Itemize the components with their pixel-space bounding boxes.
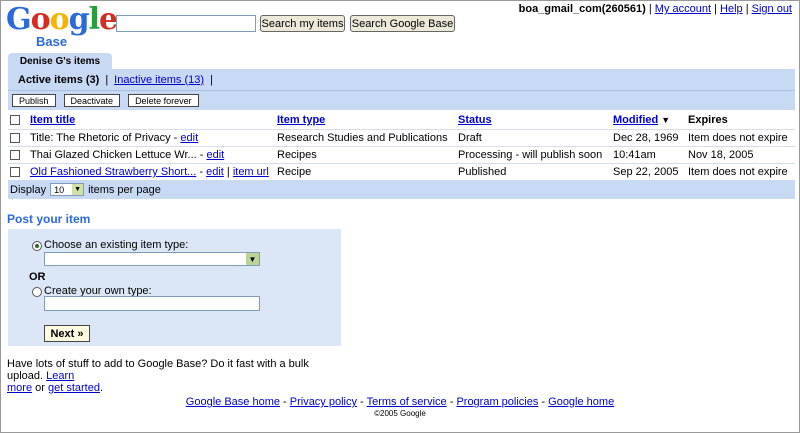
or-label: OR	[29, 271, 46, 283]
copyright: ©2005 Google	[374, 409, 426, 418]
separator: |	[105, 73, 109, 86]
bulk-upload-text: Have lots of stuff to add to Google Base…	[7, 358, 337, 394]
expires-header: Expires	[688, 114, 728, 126]
edit-link[interactable]: edit	[207, 149, 225, 161]
row-checkbox[interactable]	[10, 150, 20, 160]
item-title-cell: Title: The Rhetoric of Privacy - edit	[30, 132, 198, 144]
row-checkbox[interactable]	[10, 167, 20, 177]
separator: |	[210, 73, 213, 86]
tab-my-items[interactable]: Denise G's items	[8, 53, 112, 70]
or-text: or	[35, 382, 45, 394]
separator: -	[196, 166, 207, 178]
sort-item-title[interactable]: Item title	[30, 114, 75, 126]
search-input[interactable]	[116, 15, 256, 32]
item-type: Recipes	[277, 149, 317, 161]
items-per-page-select[interactable]: 10 ▼	[50, 183, 85, 196]
item-url-link[interactable]: item url	[233, 166, 269, 178]
separator: -	[170, 132, 181, 144]
create-own-radio[interactable]	[32, 287, 42, 297]
item-expires: Item does not expire	[688, 166, 788, 178]
item-modified: Sep 22, 2005	[613, 166, 679, 178]
item-title-link[interactable]: Old Fashioned Strawberry Short...	[30, 166, 196, 178]
sort-modified[interactable]: Modified	[613, 114, 658, 126]
sort-down-icon: ▼	[661, 115, 671, 125]
footer-links: Google Base home - Privacy policy - Term…	[185, 396, 615, 408]
item-title: Thai Glazed Chicken Lettuce Wr...	[30, 149, 197, 161]
learn-text: Learn	[46, 370, 75, 382]
account-name: boa_gmail_com(260561)	[518, 3, 646, 15]
search-google-base-button[interactable]: Search Google Base	[350, 15, 455, 32]
logo-text: Google	[6, 2, 118, 37]
items-table: Item title Item type Status Modified ▼ E…	[8, 111, 795, 181]
action-bar: Publish Deactivate Delete forever	[8, 90, 795, 110]
google-base-home-link[interactable]: Google Base home	[186, 396, 280, 408]
terms-of-service-link[interactable]: Terms of service	[367, 396, 447, 408]
item-expires: Nov 18, 2005	[688, 149, 754, 161]
separator: |	[226, 166, 230, 178]
item-title-cell: Old Fashioned Strawberry Short... - edit…	[30, 166, 269, 178]
edit-link[interactable]: edit	[180, 132, 198, 144]
item-status: Draft	[458, 132, 482, 144]
next-button[interactable]: Next »	[44, 325, 90, 342]
pagination-bar: Display 10 ▼ items per page	[8, 180, 795, 199]
program-policies-link[interactable]: Program policies	[456, 396, 538, 408]
choose-existing-radio[interactable]	[32, 241, 42, 251]
item-title-cell: Thai Glazed Chicken Lettuce Wr... - edit	[30, 149, 224, 161]
row-checkbox[interactable]	[10, 133, 20, 143]
google-home-link[interactable]: Google home	[548, 396, 614, 408]
item-modified: 10:41am	[613, 149, 656, 161]
display-label: Display	[10, 183, 47, 196]
item-status: Published	[458, 166, 507, 178]
select-all-checkbox[interactable]	[10, 115, 20, 125]
inactive-items-link[interactable]: Inactive items (13)	[114, 74, 204, 86]
account-bar: boa_gmail_com(260561) | My account | Hel…	[518, 3, 792, 15]
my-account-link[interactable]: My account	[655, 3, 711, 15]
table-row: Title: The Rhetoric of Privacy - edit Re…	[8, 130, 795, 147]
active-items-filter[interactable]: Active items (3)	[18, 74, 99, 86]
sort-status[interactable]: Status	[458, 114, 492, 126]
choose-existing-label: Choose an existing item type:	[44, 239, 189, 251]
delete-forever-button[interactable]: Delete forever	[128, 94, 199, 107]
sign-out-link[interactable]: Sign out	[752, 3, 792, 15]
post-item-form: Choose an existing item type: ▼ OR Creat…	[8, 229, 341, 346]
edit-link[interactable]: edit	[206, 166, 224, 178]
item-modified: Dec 28, 1969	[613, 132, 679, 144]
item-expires: Item does not expire	[688, 132, 788, 144]
display-suffix: items per page	[88, 183, 161, 196]
deactivate-button[interactable]: Deactivate	[63, 94, 121, 107]
item-type-select[interactable]: ▼	[44, 252, 260, 266]
sort-item-type[interactable]: Item type	[277, 114, 325, 126]
item-title: Title: The Rhetoric of Privacy	[30, 132, 171, 144]
chevron-down-icon: ▼	[72, 184, 84, 195]
period: .	[99, 382, 104, 394]
more-text: more	[7, 382, 33, 394]
modified-header: Modified ▼	[613, 114, 670, 126]
google-base-logo[interactable]: Google Base	[6, 4, 118, 50]
item-type: Recipe	[277, 166, 312, 178]
table-header: Item title Item type Status Modified ▼ E…	[8, 111, 795, 130]
post-item-heading: Post your item	[7, 212, 91, 226]
item-filter-bar: Active items (3) | Inactive items (13) |	[8, 69, 795, 90]
item-status: Processing - will publish soon	[458, 149, 603, 161]
help-link[interactable]: Help	[720, 3, 743, 15]
item-type: Research Studies and Publications	[277, 132, 448, 144]
get-started-link[interactable]: get started	[48, 382, 100, 394]
table-row: Thai Glazed Chicken Lettuce Wr... - edit…	[8, 147, 795, 164]
logo-sub: Base	[36, 34, 68, 49]
privacy-policy-link[interactable]: Privacy policy	[290, 396, 357, 408]
search-my-items-button[interactable]: Search my items	[260, 15, 345, 32]
separator: -	[196, 149, 207, 161]
items-per-page-value: 10	[54, 184, 65, 195]
chevron-down-icon: ▼	[246, 253, 259, 265]
table-row: Old Fashioned Strawberry Short... - edit…	[8, 164, 795, 181]
own-type-input[interactable]	[44, 296, 260, 311]
footer: Google Base home - Privacy policy - Term…	[0, 396, 800, 418]
publish-button[interactable]: Publish	[12, 94, 56, 107]
